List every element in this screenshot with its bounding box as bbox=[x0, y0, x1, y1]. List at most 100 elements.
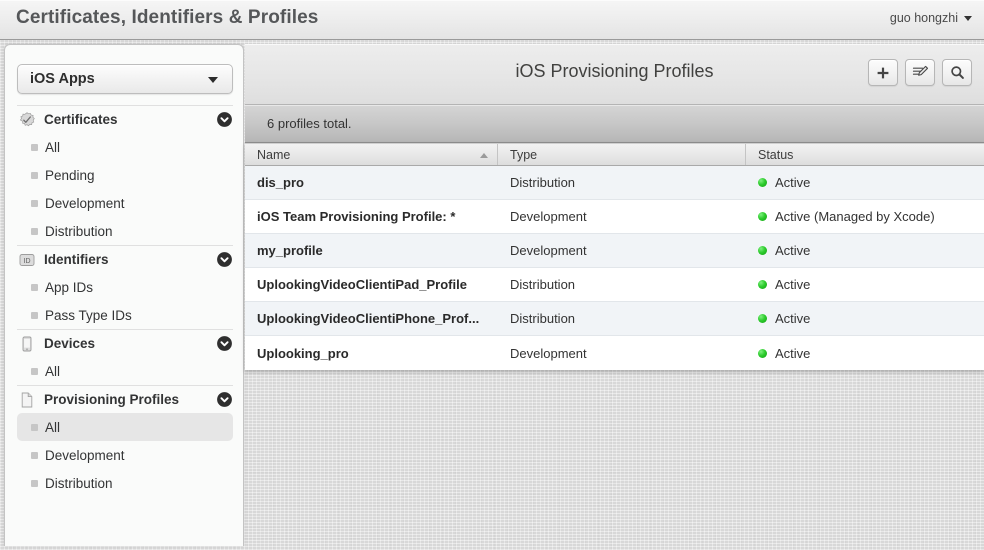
app-window: Certificates, Identifiers & Profiles guo… bbox=[0, 0, 984, 550]
profiles-table: Name Type Status dis_pro Distribution Ac… bbox=[245, 143, 984, 370]
add-profile-button[interactable] bbox=[868, 59, 898, 86]
chevron-down-circle-icon[interactable] bbox=[216, 335, 233, 352]
svg-text:ID: ID bbox=[24, 258, 31, 265]
cell-type: Development bbox=[510, 345, 587, 361]
cell-type: Distribution bbox=[510, 175, 576, 190]
bullet-icon bbox=[31, 368, 38, 375]
sidebar-item-certificates-all[interactable]: All bbox=[17, 133, 233, 161]
sidebar-group-header-certificates[interactable]: Certificates bbox=[17, 105, 233, 133]
certificate-seal-icon bbox=[19, 111, 35, 126]
sidebar-item-label: Pending bbox=[45, 167, 95, 183]
sidebar-nav: Certificates All Pending Development Dis… bbox=[5, 105, 243, 497]
table-row[interactable]: iOS Team Provisioning Profile: * Develop… bbox=[245, 200, 984, 234]
document-icon bbox=[21, 392, 33, 407]
status-active-icon bbox=[758, 212, 767, 221]
sidebar-item-label: Pass Type IDs bbox=[45, 307, 132, 323]
sidebar-item-label: Development bbox=[45, 195, 125, 211]
bullet-icon bbox=[31, 228, 38, 235]
sidebar-item-profiles-distribution[interactable]: Distribution bbox=[17, 469, 233, 497]
edit-profile-button[interactable] bbox=[905, 59, 935, 86]
page-title: Certificates, Identifiers & Profiles bbox=[16, 7, 319, 28]
main-content: iOS Provisioning Profiles 6 profiles tot… bbox=[245, 44, 984, 550]
cell-status: Active bbox=[746, 234, 984, 267]
sidebar-group-certificates: Certificates All Pending Development Dis… bbox=[5, 105, 243, 245]
table-row[interactable]: Uplooking_pro Development Active bbox=[245, 336, 984, 370]
sidebar-group-label: Provisioning Profiles bbox=[44, 392, 180, 407]
status-label: Active (Managed by Xcode) bbox=[775, 209, 935, 224]
sidebar-item-label: Development bbox=[45, 447, 125, 463]
sidebar-item-label: All bbox=[45, 419, 61, 435]
id-badge-icon: ID bbox=[19, 253, 35, 266]
summary-bar: 6 profiles total. bbox=[245, 105, 984, 143]
table-row[interactable]: UplookingVideoClientiPhone_Prof... Distr… bbox=[245, 302, 984, 336]
cell-name: my_profile bbox=[257, 243, 323, 258]
bullet-icon bbox=[31, 480, 38, 487]
sidebar-group-label: Identifiers bbox=[44, 252, 109, 267]
column-header-label: Status bbox=[758, 147, 794, 162]
cell-status: Active bbox=[746, 336, 984, 370]
column-header-status[interactable]: Status bbox=[746, 144, 984, 165]
sidebar-group-devices: Devices All bbox=[5, 329, 243, 385]
cell-name: UplookingVideoClientiPhone_Prof... bbox=[257, 311, 480, 326]
cell-type: Development bbox=[510, 209, 587, 224]
sidebar-item-profiles-all[interactable]: All bbox=[17, 413, 233, 441]
sidebar-group-label: Certificates bbox=[44, 112, 118, 127]
sidebar-group-header-provisioning-profiles[interactable]: Provisioning Profiles bbox=[17, 385, 233, 413]
table-row[interactable]: dis_pro Distribution Active bbox=[245, 166, 984, 200]
cell-status: Active bbox=[746, 302, 984, 335]
chevron-down-circle-icon[interactable] bbox=[216, 391, 233, 408]
bullet-icon bbox=[31, 424, 38, 431]
cell-name: dis_pro bbox=[257, 175, 304, 190]
column-header-label: Name bbox=[257, 147, 291, 162]
sidebar-item-certificates-pending[interactable]: Pending bbox=[17, 161, 233, 189]
chevron-down-circle-icon[interactable] bbox=[216, 111, 233, 128]
search-icon bbox=[950, 66, 964, 79]
bullet-icon bbox=[31, 172, 38, 179]
content-header: iOS Provisioning Profiles bbox=[245, 44, 984, 105]
bullet-icon bbox=[31, 144, 38, 151]
table-row[interactable]: my_profile Development Active bbox=[245, 234, 984, 268]
edit-pencil-icon bbox=[912, 65, 928, 76]
team-select-dropdown[interactable]: iOS Apps bbox=[17, 64, 233, 94]
phone-icon bbox=[22, 336, 32, 351]
status-label: Active bbox=[775, 175, 811, 190]
status-active-icon bbox=[758, 280, 767, 289]
sidebar-group-identifiers: ID Identifiers App IDs Pass Type IDs bbox=[5, 245, 243, 329]
table-row[interactable]: UplookingVideoClientiPad_Profile Distrib… bbox=[245, 268, 984, 302]
status-label: Active bbox=[775, 277, 811, 292]
status-active-icon bbox=[758, 314, 767, 323]
bullet-icon bbox=[31, 312, 38, 319]
sort-ascending-icon bbox=[480, 153, 488, 158]
sidebar-item-label: App IDs bbox=[45, 279, 94, 295]
status-active-icon bbox=[758, 178, 767, 187]
status-active-icon bbox=[758, 246, 767, 255]
cell-name: Uplooking_pro bbox=[257, 345, 349, 361]
bullet-icon bbox=[31, 200, 38, 207]
sidebar-group-provisioning-profiles: Provisioning Profiles All Development Di… bbox=[5, 385, 243, 497]
sidebar-item-devices-all[interactable]: All bbox=[17, 357, 233, 385]
sidebar: iOS Apps Certificates All Pending Develo… bbox=[4, 44, 244, 546]
bullet-icon bbox=[31, 452, 38, 459]
sidebar-group-header-devices[interactable]: Devices bbox=[17, 329, 233, 357]
search-button[interactable] bbox=[942, 59, 972, 86]
column-header-type[interactable]: Type bbox=[498, 144, 746, 165]
status-active-icon bbox=[758, 348, 767, 358]
sidebar-item-label: Distribution bbox=[45, 475, 113, 491]
sidebar-item-label: Distribution bbox=[45, 223, 113, 239]
content-toolbar bbox=[868, 59, 972, 86]
chevron-down-circle-icon[interactable] bbox=[216, 251, 233, 268]
cell-status: Active bbox=[746, 166, 984, 199]
column-header-name[interactable]: Name bbox=[245, 144, 498, 165]
top-header-bar: Certificates, Identifiers & Profiles guo… bbox=[0, 0, 984, 40]
user-menu-label: guo hongzhi bbox=[889, 11, 958, 25]
plus-icon bbox=[877, 67, 889, 78]
sidebar-item-profiles-development[interactable]: Development bbox=[17, 441, 233, 469]
status-label: Active bbox=[775, 311, 811, 326]
sidebar-item-pass-type-ids[interactable]: Pass Type IDs bbox=[17, 301, 233, 329]
sidebar-item-certificates-development[interactable]: Development bbox=[17, 189, 233, 217]
team-select-value: iOS Apps bbox=[30, 71, 95, 87]
sidebar-group-header-identifiers[interactable]: ID Identifiers bbox=[17, 245, 233, 273]
sidebar-item-app-ids[interactable]: App IDs bbox=[17, 273, 233, 301]
sidebar-item-certificates-distribution[interactable]: Distribution bbox=[17, 217, 233, 245]
user-menu[interactable]: guo hongzhi bbox=[890, 11, 972, 25]
